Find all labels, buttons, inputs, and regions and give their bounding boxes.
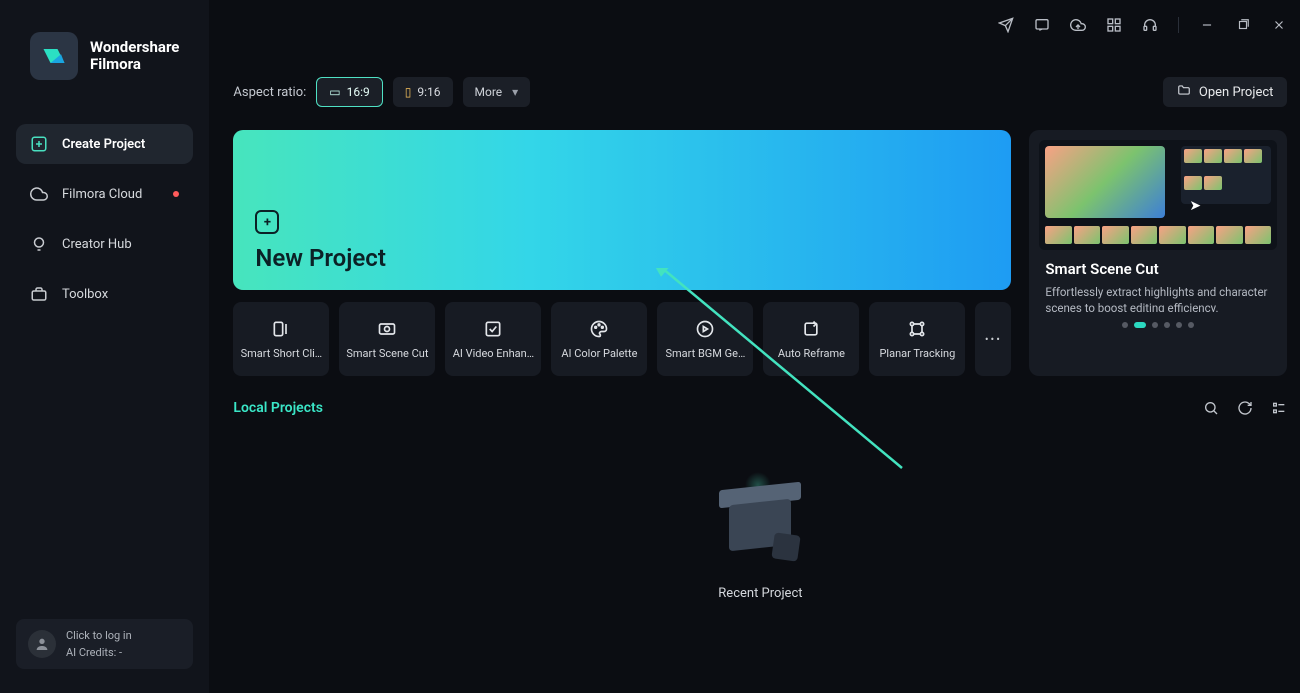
- bgm-icon: [695, 319, 715, 339]
- chevron-down-icon: ▾: [512, 85, 518, 99]
- tile-smart-short-clip[interactable]: Smart Short Cli…: [233, 302, 329, 376]
- enhance-icon: [483, 319, 503, 339]
- new-project-title: New Project: [255, 244, 989, 272]
- titlebar-separator: [1178, 17, 1179, 33]
- cloud-icon: [30, 185, 48, 203]
- avatar-icon: [28, 630, 56, 658]
- list-view-icon[interactable]: [1271, 400, 1287, 416]
- recent-project-label: Recent Project: [718, 586, 802, 601]
- sidebar-nav: Create Project Filmora Cloud Creator Hub…: [0, 106, 209, 314]
- headset-icon[interactable]: [1142, 17, 1158, 33]
- empty-box-icon: [715, 476, 805, 566]
- tracking-icon: [907, 319, 927, 339]
- apps-grid-icon[interactable]: [1106, 17, 1122, 33]
- search-icon[interactable]: [1203, 400, 1219, 416]
- sidebar-item-label: Filmora Cloud: [62, 187, 142, 202]
- message-icon[interactable]: [1034, 17, 1050, 33]
- feature-panel[interactable]: New ➤ Smart Scene Cut Effortlessly extra…: [1029, 130, 1287, 376]
- login-prompt: Click to log in: [66, 629, 132, 642]
- landscape-icon: ▭: [329, 85, 340, 99]
- close-icon[interactable]: [1271, 17, 1287, 33]
- sidebar-item-label: Create Project: [62, 137, 145, 152]
- sidebar-item-label: Creator Hub: [62, 237, 132, 252]
- cursor-icon: ➤: [1189, 198, 1201, 214]
- tile-ai-video-enhance[interactable]: AI Video Enhan…: [445, 302, 541, 376]
- app-logo-text: Wondershare Filmora: [90, 39, 179, 74]
- projects-header: Local Projects: [233, 400, 1287, 416]
- tile-auto-reframe[interactable]: Auto Reframe: [763, 302, 859, 376]
- refresh-icon[interactable]: [1237, 400, 1253, 416]
- ai-credits-label: AI Credits: -: [66, 646, 132, 659]
- aspect-16-9-button[interactable]: ▭ 16:9: [316, 77, 382, 107]
- sidebar-item-filmora-cloud[interactable]: Filmora Cloud: [16, 174, 193, 214]
- new-project-banner[interactable]: + New Project: [233, 130, 1011, 290]
- feature-preview-image: ➤: [1039, 140, 1277, 250]
- feature-pager[interactable]: [1039, 322, 1277, 328]
- app-name-line2: Filmora: [90, 56, 179, 73]
- local-projects-tab[interactable]: Local Projects: [233, 400, 323, 416]
- more-dots-icon: •••: [985, 333, 1002, 346]
- toolbox-icon: [30, 285, 48, 303]
- maximize-icon[interactable]: [1235, 17, 1251, 33]
- portrait-icon: ▯: [405, 85, 412, 99]
- cloud-upload-icon[interactable]: [1070, 17, 1086, 33]
- sidebar-item-label: Toolbox: [62, 287, 108, 302]
- bulb-icon: [30, 235, 48, 253]
- sidebar-item-create-project[interactable]: Create Project: [16, 124, 193, 164]
- open-project-button[interactable]: Open Project: [1163, 77, 1288, 107]
- send-icon[interactable]: [998, 17, 1014, 33]
- titlebar: [233, 0, 1287, 40]
- sidebar-item-creator-hub[interactable]: Creator Hub: [16, 224, 193, 264]
- tile-ai-color-palette[interactable]: AI Color Palette: [551, 302, 647, 376]
- sidebar-item-toolbox[interactable]: Toolbox: [16, 274, 193, 314]
- tile-smart-bgm[interactable]: Smart BGM Ge…: [657, 302, 753, 376]
- feature-title: Smart Scene Cut: [1039, 260, 1277, 278]
- app-name-line1: Wondershare: [90, 39, 179, 56]
- notification-dot-icon: [173, 191, 179, 197]
- feature-description: Effortlessly extract highlights and char…: [1039, 278, 1277, 312]
- toolbar: Aspect ratio: ▭ 16:9 ▯ 9:16 More ▾ Open …: [233, 68, 1287, 116]
- app-logo-block: Wondershare Filmora: [0, 0, 209, 106]
- login-card[interactable]: Click to log in AI Credits: -: [16, 619, 193, 669]
- feature-tiles: Smart Short Cli… Smart Scene Cut AI Vide…: [233, 302, 1011, 376]
- clip-icon: [271, 319, 291, 339]
- minimize-icon[interactable]: [1199, 17, 1215, 33]
- plus-badge-icon: +: [255, 210, 279, 234]
- aspect-ratio-label: Aspect ratio:: [233, 85, 306, 100]
- aspect-9-16-button[interactable]: ▯ 9:16: [393, 77, 453, 107]
- folder-icon: [1177, 83, 1191, 101]
- main-area: Aspect ratio: ▭ 16:9 ▯ 9:16 More ▾ Open …: [209, 0, 1300, 693]
- sidebar: Wondershare Filmora Create Project Filmo…: [0, 0, 209, 693]
- reframe-icon: [801, 319, 821, 339]
- plus-square-icon: [30, 135, 48, 153]
- app-logo-icon: [30, 32, 78, 80]
- scene-cut-icon: [377, 319, 397, 339]
- aspect-more-button[interactable]: More ▾: [463, 77, 531, 107]
- tile-more[interactable]: •••: [975, 302, 1011, 376]
- tile-smart-scene-cut[interactable]: Smart Scene Cut: [339, 302, 435, 376]
- palette-icon: [589, 319, 609, 339]
- tile-planar-tracking[interactable]: Planar Tracking: [869, 302, 965, 376]
- projects-empty-state: Recent Project: [233, 476, 1287, 601]
